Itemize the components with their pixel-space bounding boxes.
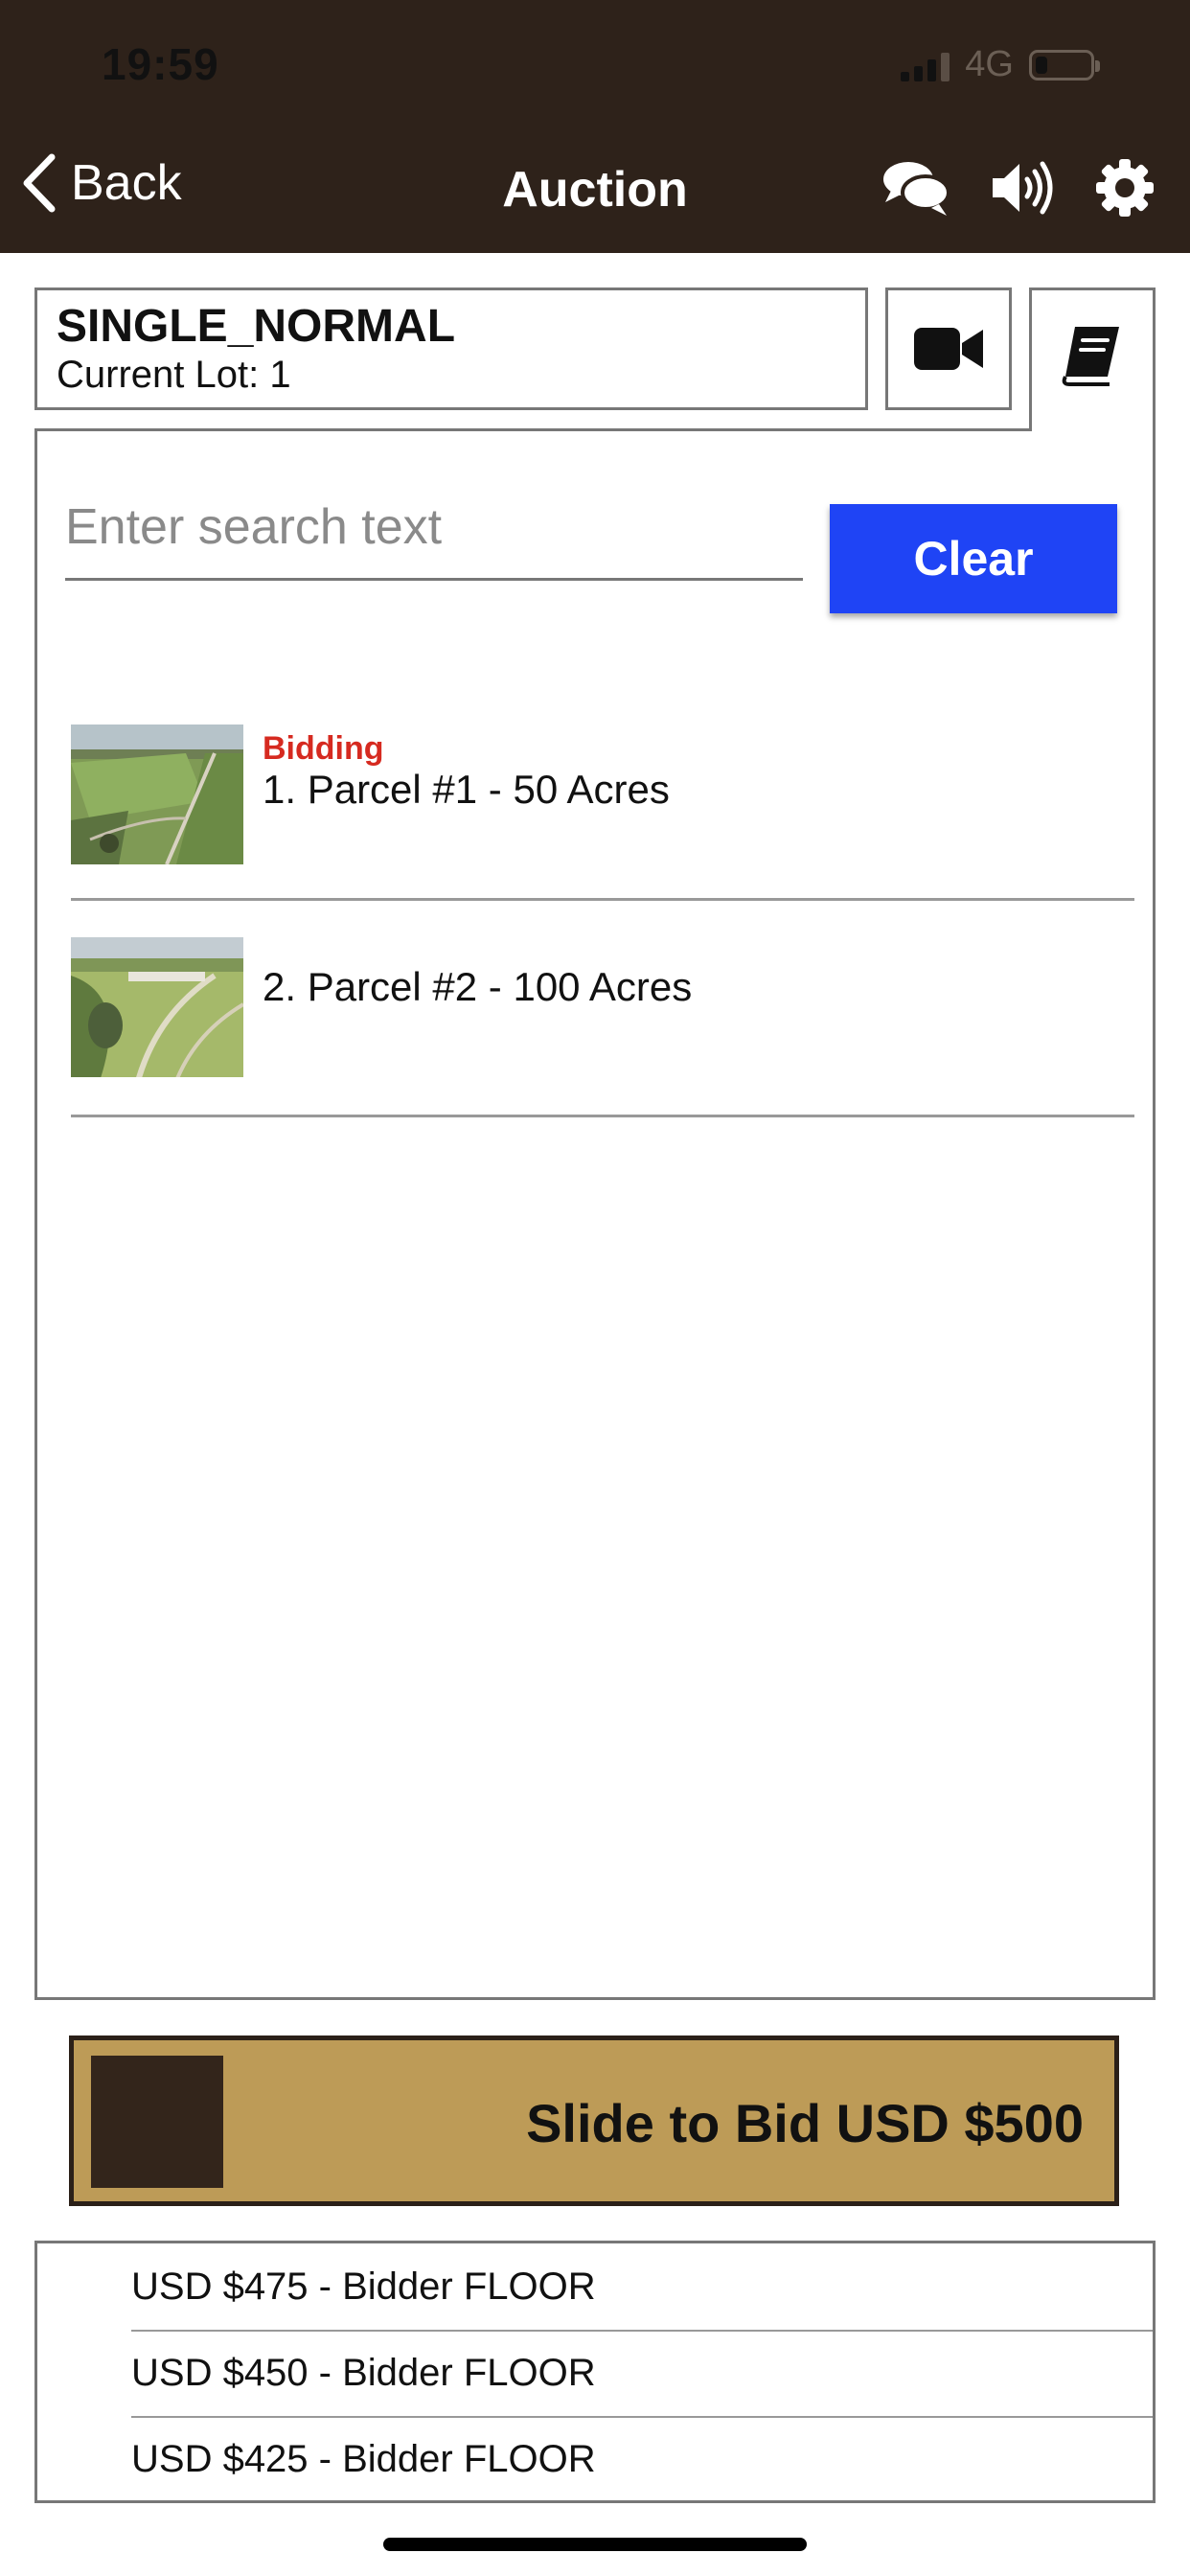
auction-info-box: SINGLE_NORMAL Current Lot: 1 bbox=[34, 288, 868, 410]
gear-icon[interactable] bbox=[1094, 157, 1156, 218]
slider-handle[interactable] bbox=[91, 2056, 223, 2188]
list-item-lot-1[interactable]: Bidding 1. Parcel #1 - 50 Acres bbox=[71, 723, 1134, 901]
status-time: 19:59 bbox=[102, 39, 219, 89]
bid-history-row: USD $450 - Bidder FLOOR bbox=[131, 2330, 1153, 2418]
bid-history-row: USD $475 - Bidder FLOOR bbox=[131, 2243, 1153, 2332]
list-item-lot-2[interactable]: 2. Parcel #2 - 100 Acres bbox=[71, 937, 1134, 1117]
slide-to-bid[interactable]: Slide to Bid USD $500 bbox=[69, 2036, 1119, 2206]
lot-title: 2. Parcel #2 - 100 Acres bbox=[263, 964, 693, 1009]
top-bar: 19:59 4G Back Auction bbox=[0, 0, 1190, 253]
status-indicators: 4G bbox=[901, 44, 1100, 85]
video-camera-icon bbox=[914, 328, 983, 370]
nav-actions bbox=[881, 157, 1156, 218]
lot-thumbnail bbox=[71, 724, 243, 864]
lot-status-badge: Bidding bbox=[263, 730, 384, 767]
chat-icon[interactable] bbox=[881, 158, 950, 218]
tab-catalog[interactable] bbox=[1029, 288, 1156, 431]
signal-icon bbox=[901, 49, 950, 81]
tab-video[interactable] bbox=[885, 288, 1012, 410]
slider-label: Slide to Bid USD $500 bbox=[526, 2093, 1084, 2153]
battery-icon bbox=[1029, 49, 1100, 80]
home-indicator[interactable] bbox=[383, 2538, 807, 2551]
network-type: 4G bbox=[965, 44, 1014, 84]
search-input[interactable]: Enter search text bbox=[65, 489, 803, 581]
bid-history-row: USD $425 - Bidder FLOOR bbox=[131, 2438, 596, 2480]
current-lot: Current Lot: 1 bbox=[57, 354, 291, 396]
book-icon bbox=[1062, 327, 1119, 386]
volume-icon[interactable] bbox=[989, 158, 1056, 218]
bid-history: USD $475 - Bidder FLOOR USD $450 - Bidde… bbox=[34, 2241, 1156, 2503]
catalog-panel bbox=[34, 428, 1156, 2000]
clear-button[interactable]: Clear bbox=[830, 504, 1117, 613]
auction-name: SINGLE_NORMAL bbox=[57, 301, 456, 352]
lot-title: 1. Parcel #1 - 50 Acres bbox=[263, 767, 670, 812]
lot-thumbnail bbox=[71, 937, 243, 1077]
